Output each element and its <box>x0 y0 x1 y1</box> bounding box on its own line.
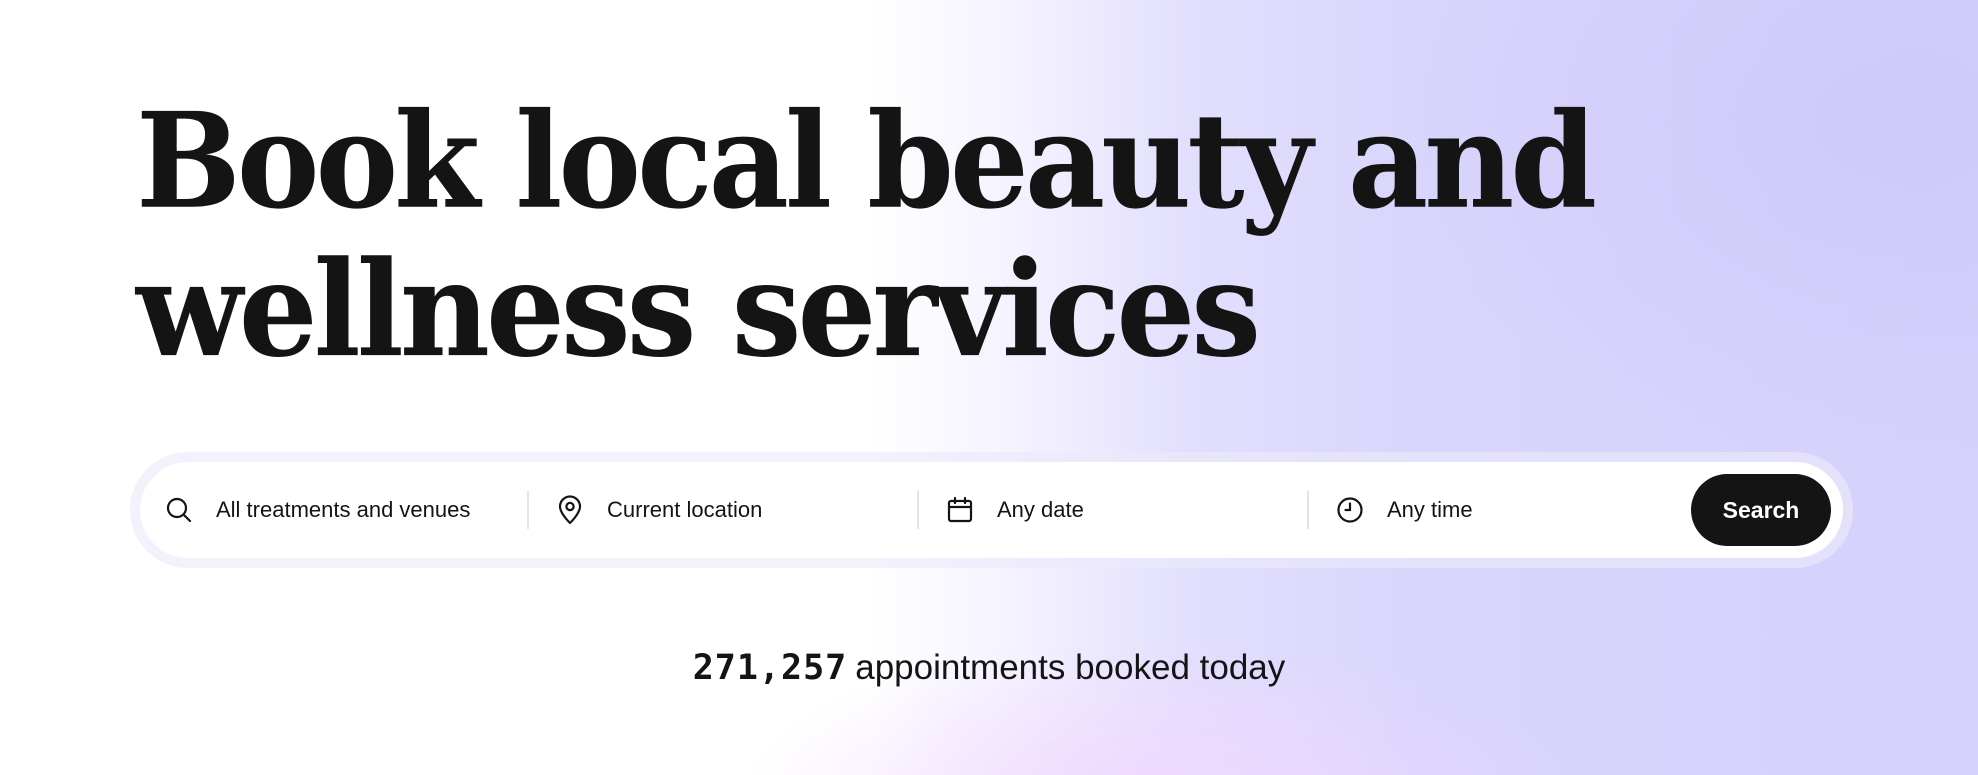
search-icon <box>164 495 194 525</box>
hero-title-line-1: Book local beauty and <box>136 84 1597 239</box>
calendar-icon <box>945 495 975 525</box>
location-field-label: Current location <box>607 497 763 522</box>
search-button[interactable]: Search <box>1691 474 1831 546</box>
hero-title-line-2: wellness services <box>136 233 1261 387</box>
treatment-field-label: All treatments and venues <box>216 497 471 522</box>
booking-stats: 271,257 appointments booked today <box>0 648 1978 688</box>
treatment-field[interactable]: All treatments and venues <box>140 462 527 558</box>
date-field-label: Any date <box>997 497 1084 522</box>
time-field-label: Any time <box>1387 497 1473 522</box>
appointments-count-suffix: appointments booked today <box>855 648 1286 687</box>
time-field[interactable]: Any time <box>1309 462 1699 558</box>
appointments-count: 271,257 <box>692 648 848 688</box>
search-bar: All treatments and venues Current locati… <box>140 462 1843 558</box>
date-field[interactable]: Any date <box>919 462 1307 558</box>
hero-title: Book local beauty and wellness services <box>136 84 1597 387</box>
location-pin-icon <box>555 495 585 525</box>
clock-icon <box>1335 495 1365 525</box>
location-field[interactable]: Current location <box>529 462 917 558</box>
